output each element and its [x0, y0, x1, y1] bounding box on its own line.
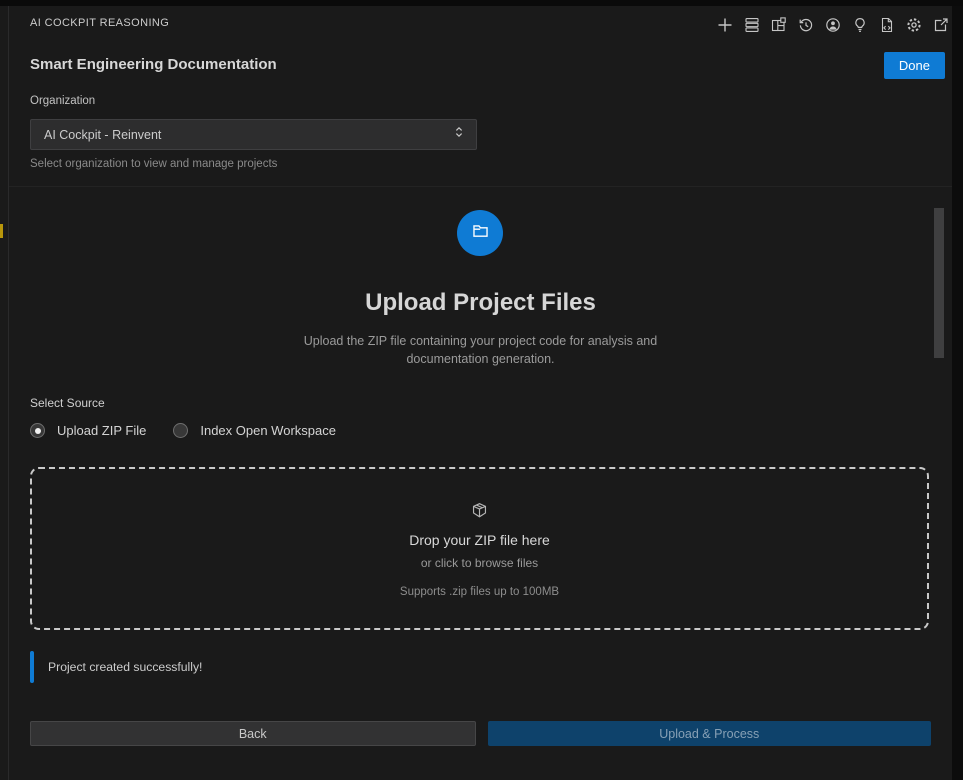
- upload-section-title: Upload Project Files: [9, 289, 952, 317]
- file-code-icon: [879, 17, 895, 33]
- dropzone-note: Supports .zip files up to 100MB: [400, 586, 559, 598]
- file-code-button[interactable]: [878, 16, 895, 33]
- done-button[interactable]: Done: [884, 52, 945, 79]
- source-radio-group: Upload ZIP File Index Open Workspace: [30, 423, 336, 438]
- layout-button[interactable]: [770, 16, 787, 33]
- server-button[interactable]: [743, 16, 760, 33]
- account-button[interactable]: [824, 16, 841, 33]
- organization-select-value: AI Cockpit - Reinvent: [44, 128, 452, 142]
- layout-icon: [771, 17, 787, 33]
- radio-label: Index Open Workspace: [200, 423, 336, 438]
- upload-process-button[interactable]: Upload & Process: [488, 721, 932, 746]
- package-icon: [471, 502, 488, 519]
- add-button[interactable]: [716, 16, 733, 33]
- upload-folder-badge: [457, 210, 503, 256]
- radio-index-workspace[interactable]: Index Open Workspace: [173, 423, 336, 438]
- overview-warning-marker: [0, 224, 3, 238]
- lightbulb-icon: [852, 17, 868, 33]
- footer-actions: Back Upload & Process: [30, 721, 931, 746]
- chevron-up-down-icon: [452, 125, 466, 144]
- add-icon: [717, 17, 733, 33]
- settings-button[interactable]: [905, 16, 922, 33]
- panel-title: AI COCKPIT REASONING: [30, 17, 169, 29]
- zip-dropzone[interactable]: Drop your ZIP file here or click to brow…: [30, 467, 929, 630]
- account-icon: [825, 17, 841, 33]
- titlebar-actions: [716, 16, 949, 33]
- panel-left-gutter: [0, 6, 9, 780]
- status-accent-bar: [30, 651, 34, 683]
- dropzone-headline: Drop your ZIP file here: [409, 532, 550, 548]
- back-button[interactable]: Back: [30, 721, 476, 746]
- select-source-label: Select Source: [30, 396, 105, 410]
- organization-select[interactable]: AI Cockpit - Reinvent: [30, 119, 477, 150]
- radio-dot: [173, 423, 188, 438]
- upload-description: Upload the ZIP file containing your proj…: [275, 333, 687, 368]
- window-top-edge: [0, 0, 963, 6]
- server-icon: [744, 17, 760, 33]
- organization-label: Organization: [30, 95, 95, 107]
- external-link-icon: [933, 17, 949, 33]
- page-title: Smart Engineering Documentation: [30, 56, 277, 73]
- organization-helper-text: Select organization to view and manage p…: [30, 158, 277, 170]
- dropzone-subline: or click to browse files: [421, 556, 538, 570]
- open-external-button[interactable]: [932, 16, 949, 33]
- folder-icon: [471, 221, 490, 245]
- panel-divider: [9, 186, 952, 187]
- history-icon: [798, 17, 814, 33]
- radio-label: Upload ZIP File: [57, 423, 146, 438]
- gear-icon: [906, 17, 922, 33]
- history-button[interactable]: [797, 16, 814, 33]
- status-text: Project created successfully!: [48, 660, 202, 674]
- radio-dot: [30, 423, 45, 438]
- window-right-edge: [952, 6, 963, 780]
- lightbulb-button[interactable]: [851, 16, 868, 33]
- status-message: Project created successfully!: [30, 651, 929, 683]
- app-root: AI COCKPIT REASONING: [0, 0, 963, 780]
- upload-description-wrap: Upload the ZIP file containing your proj…: [9, 333, 952, 368]
- radio-upload-zip[interactable]: Upload ZIP File: [30, 423, 146, 438]
